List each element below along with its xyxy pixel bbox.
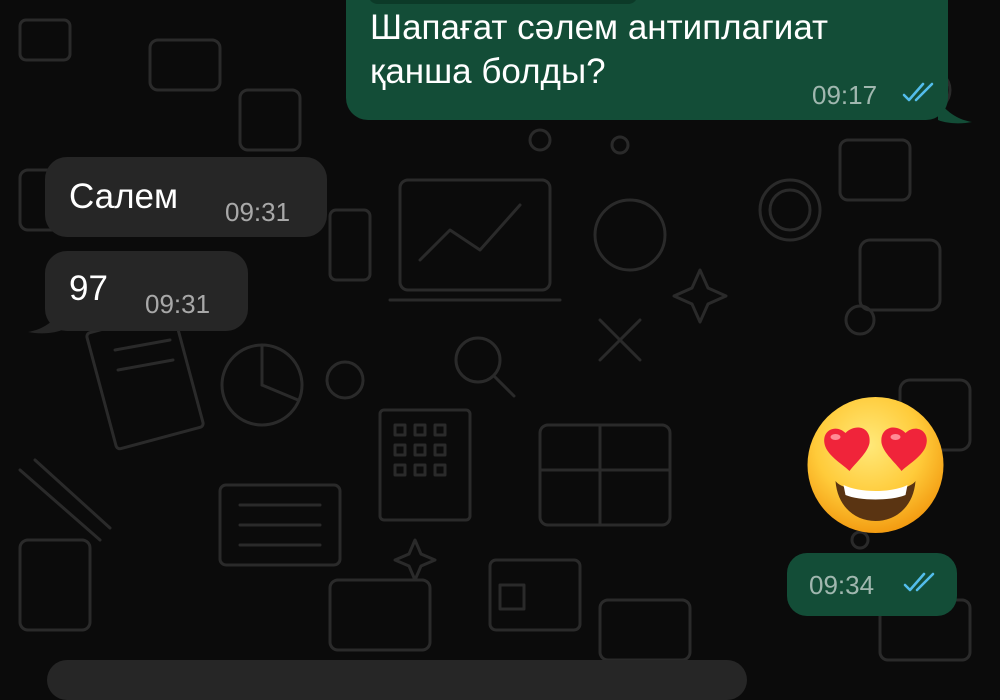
bubble-tail: [28, 310, 62, 334]
message-bubble-outgoing[interactable]: Шапағат сәлем антиплагиат қанша болды? 0…: [346, 0, 948, 120]
read-ticks-icon: [902, 82, 934, 102]
message-bubble-incoming-partial[interactable]: [47, 660, 747, 700]
message-text: Шапағат сәлем антиплагиат қанша болды?: [370, 6, 828, 94]
message-line: қанша болды?: [370, 52, 606, 91]
message-time: 09:31: [145, 289, 211, 319]
message-bubble-incoming[interactable]: Салем 09:31: [45, 157, 327, 237]
message-text: Салем: [69, 177, 179, 216]
message-bubble-incoming[interactable]: 97 09:31: [45, 251, 248, 331]
heart-eyes-emoji-icon[interactable]: [805, 395, 946, 535]
bubble-tail: [938, 100, 972, 124]
read-ticks-icon: [903, 572, 935, 592]
message-text: 97: [69, 269, 108, 308]
bubble-header: [368, 0, 638, 4]
message-time: 09:34: [809, 570, 875, 600]
message-line: Шапағат сәлем антиплагиат: [370, 8, 829, 47]
message-bubble-outgoing[interactable]: 09:34: [787, 553, 957, 616]
message-time: 09:31: [225, 197, 291, 227]
message-time: 09:17: [812, 80, 878, 110]
